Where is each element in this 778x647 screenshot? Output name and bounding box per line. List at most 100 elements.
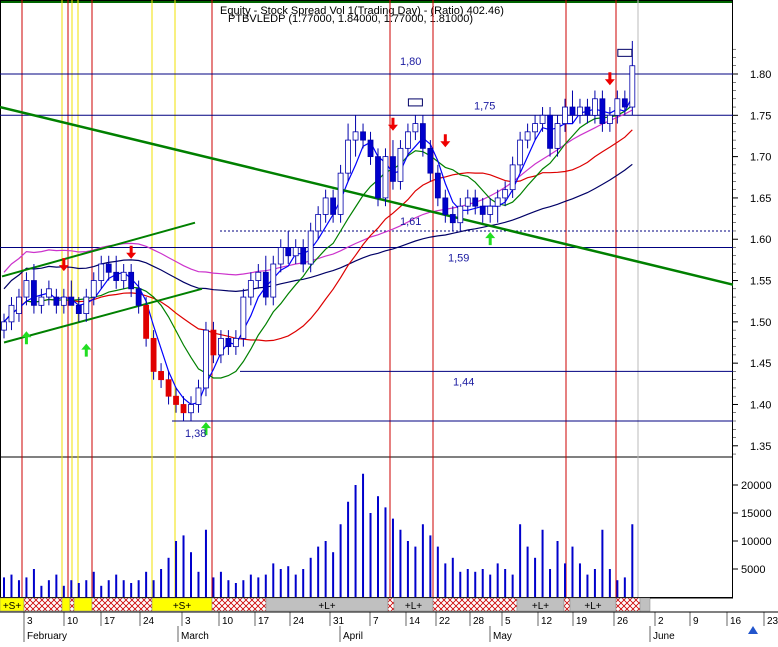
date-tick-label: 31 [333,616,345,627]
candle-body [592,98,598,116]
date-tick-label: 3 [185,616,191,627]
candles [1,40,636,421]
candle-body [517,139,524,166]
candle-body [562,106,568,124]
candle-body [315,214,322,232]
price-tick-label: 1.55 [750,276,771,288]
price-tick-label: 1.60 [750,234,771,246]
candle-body [360,131,366,141]
signal-segment [23,597,63,612]
candle-body [31,280,37,306]
date-tick-label: 23 [767,616,778,627]
date-tick-label: 26 [617,616,629,627]
date-tick-label: 17 [104,616,116,627]
candle-body [203,329,209,389]
candle-body [60,296,67,306]
date-tick-label: 28 [473,616,485,627]
buy-arrow-icon [485,232,496,246]
candle-body [337,172,344,215]
price-tick-label: 1.50 [750,317,771,329]
candle-body [270,263,277,298]
volume-bars [3,473,634,597]
candle-body [577,106,583,116]
candle-body [584,106,591,116]
candle-body [419,123,426,149]
candle-body [569,106,576,116]
candle-body [68,296,75,306]
signal-segment [615,597,641,612]
month-label: February [27,631,67,642]
candle-body [547,114,553,149]
month-label: April [343,631,363,642]
candle-body [210,329,217,356]
signal-segment [211,597,267,612]
candle-body [442,197,449,215]
candle-body [120,271,127,281]
candle-body [240,296,247,339]
candle-body [262,271,269,298]
price-tick-label: 1.40 [750,399,771,411]
candle-body [285,247,292,257]
scroll-up-icon[interactable] [748,626,758,634]
date-tick-label: 19 [576,616,588,627]
downtrend-line [0,105,734,286]
candle-body [322,197,329,215]
date-tick-label: 12 [541,616,553,627]
candle-body [375,156,381,199]
candle-body [509,164,516,191]
date-tick-label: 3 [27,616,33,627]
signal-label: +L+ [532,601,549,612]
vertical-markers [21,0,639,597]
candle-body [367,139,374,158]
volume-tick-label: 5000 [741,564,765,576]
candle-body [434,172,441,199]
signal-label: +S+ [173,601,192,612]
signal-segment [639,597,651,612]
candle-body [614,98,621,116]
candle-body [53,296,60,306]
signal-segment [387,597,395,612]
candle-body [16,296,22,314]
date-tick-label: 5 [505,616,511,627]
price-tick-label: 1.70 [750,152,771,164]
candle-body [487,205,494,215]
candle-body [38,296,45,306]
candle-body [292,247,299,257]
candle-body [225,337,232,348]
level-label: 1,80 [400,56,421,68]
candlestick-chart: Equity - Stock Spread Vol 1(Trading Day)… [0,0,778,642]
candle-body [300,247,307,265]
candle-body [98,263,105,281]
candle-body [45,288,52,298]
exit-marker-icon [407,98,423,107]
candle-body [472,197,479,207]
date-axis: 3 10 17 24 3 10 17 24 31 7 14 22 28 5 12 19 26 2 9 16 23 Febr… [0,611,778,642]
plot-frame [0,0,733,598]
candle-body [218,337,224,356]
signal-label: +L+ [584,601,601,612]
candle-body [382,156,389,199]
month-label: May [493,631,512,642]
date-tick-label: 24 [293,616,305,627]
candle-body [457,205,464,224]
candle-body [345,139,351,174]
header-line2: PTBVLEDP (1.77000, 1.84000, 1.77000, 1.8… [228,13,473,25]
signal-arrows [21,48,633,436]
ma-green-line [3,104,633,379]
candle-body [277,247,284,265]
candle-body [554,123,561,149]
exit-marker-icon [617,48,633,57]
candle-body [188,404,194,414]
sell-arrow-icon [387,117,398,131]
date-tick-label: 2 [658,616,664,627]
volume-axis: 20000 15000 10000 5000 [733,480,772,576]
trendlines [0,105,734,344]
candle-body [1,321,7,331]
level-label: 1,61 [400,216,421,228]
candle-body [173,395,179,405]
candle-body [352,131,359,141]
price-tick-label: 1.35 [750,441,771,453]
signal-label: +L+ [405,601,422,612]
candle-body [135,288,142,306]
level-label: 1,38 [185,428,206,440]
